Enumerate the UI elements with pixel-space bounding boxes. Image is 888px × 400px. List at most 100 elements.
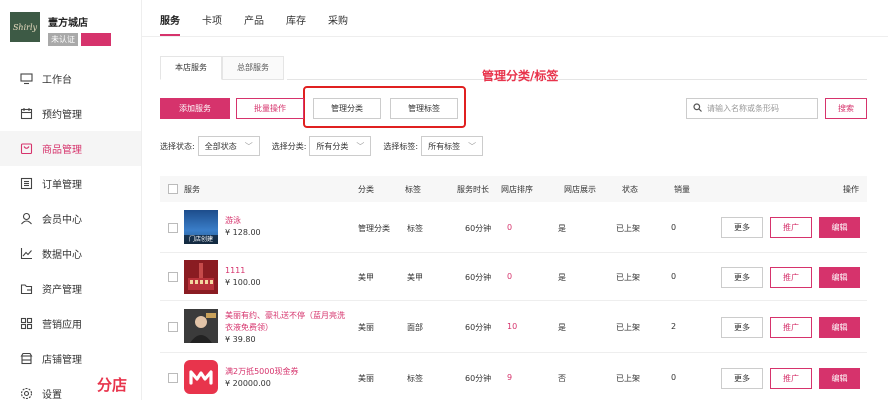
sidebar-item-orders[interactable]: 订单管理: [0, 166, 141, 201]
row-tag: 标签: [407, 374, 423, 383]
row-duration: 60分钟: [465, 273, 492, 282]
service-name[interactable]: 游泳: [225, 215, 241, 226]
tab-inventory[interactable]: 库存: [286, 0, 306, 36]
service-name[interactable]: 满2万抵5000现金券: [225, 366, 298, 377]
sidebar-item-workbench[interactable]: 工作台: [0, 61, 141, 96]
edit-button[interactable]: 编辑: [819, 317, 860, 338]
service-price: ¥ 20000.00: [225, 379, 271, 388]
row-sort[interactable]: 0: [507, 223, 512, 232]
edit-button[interactable]: 编辑: [819, 267, 860, 288]
top-divider: [142, 36, 888, 37]
sidebar-item-label: 会员中心: [42, 215, 82, 226]
tag-select[interactable]: 所有标签 ﹀: [421, 136, 484, 156]
store-logo: Shirly: [10, 12, 40, 42]
search-input[interactable]: 请输入名称或条形码: [686, 98, 818, 119]
category-select[interactable]: 所有分类 ﹀: [309, 136, 372, 156]
sidebar-item-marketing[interactable]: 营销应用: [0, 306, 141, 341]
service-price: ¥ 39.80: [225, 335, 256, 344]
status-select[interactable]: 全部状态 ﹀: [197, 136, 260, 156]
service-name-line-1[interactable]: 美丽有约、豪礼送不停（蓝月亮洗: [225, 310, 345, 321]
row-sales: 0: [671, 272, 677, 281]
row-tag: 面部: [407, 323, 423, 332]
sidebar-item-label: 商品管理: [42, 145, 82, 156]
sidebar-item-members[interactable]: 会员中心: [0, 201, 141, 236]
sidebar-item-booking[interactable]: 预约管理: [0, 96, 141, 131]
more-button[interactable]: 更多: [721, 267, 763, 288]
row-sales: 0: [671, 373, 677, 382]
row-sort[interactable]: 0: [507, 272, 512, 281]
edit-button[interactable]: 编辑: [819, 217, 860, 238]
tab-hq-services[interactable]: 总部服务: [222, 56, 284, 80]
row-category: 美甲: [358, 273, 374, 282]
row-display: 是: [558, 273, 566, 282]
edit-button[interactable]: 编辑: [819, 368, 860, 389]
search-button[interactable]: 搜索: [825, 98, 867, 119]
header-tag: 标签: [405, 185, 421, 194]
batch-operation-button[interactable]: 批量操作: [236, 98, 304, 119]
add-service-button[interactable]: 添加服务: [160, 98, 230, 119]
tab-products[interactable]: 产品: [244, 0, 264, 36]
grid-icon: [20, 317, 33, 330]
tab-services[interactable]: 服务: [160, 0, 180, 36]
unverified-badge: 未认证: [48, 33, 78, 46]
sidebar-item-products[interactable]: 商品管理: [0, 131, 141, 166]
store-name: 壹方城店: [48, 18, 88, 29]
more-button[interactable]: 更多: [721, 368, 763, 389]
manage-annotation-label: 管理分类/标签: [482, 69, 559, 83]
header-status: 状态: [622, 185, 638, 194]
header-actions: 操作: [843, 185, 859, 194]
more-button[interactable]: 更多: [721, 217, 763, 238]
header-sales: 销量: [674, 185, 690, 194]
service-name-line-2[interactable]: 衣液免费领）: [225, 322, 273, 333]
sidebar-item-label: 预约管理: [42, 110, 82, 121]
row-checkbox[interactable]: [168, 322, 178, 332]
row-sort[interactable]: 9: [507, 373, 512, 382]
sidebar-item-store[interactable]: 店铺管理: [0, 341, 141, 376]
row-duration: 60分钟: [465, 224, 492, 233]
promote-button[interactable]: 推广: [770, 368, 812, 389]
coupon-logo-icon: [184, 360, 218, 394]
sidebar-item-assets[interactable]: 资产管理: [0, 271, 141, 306]
row-category: 管理分类: [358, 224, 390, 233]
service-thumbnail: [184, 309, 218, 343]
header-display: 网店展示: [564, 185, 596, 194]
row-checkbox[interactable]: [168, 223, 178, 233]
tab-purchase[interactable]: 采购: [328, 0, 348, 36]
select-all-checkbox[interactable]: [168, 184, 178, 194]
row-display: 是: [558, 323, 566, 332]
service-thumbnail: 门店创建: [184, 210, 218, 244]
monitor-icon: [20, 72, 33, 85]
sidebar-item-label: 资产管理: [42, 285, 82, 296]
table-row: 满2万抵5000现金券 ¥ 20000.00 美丽 标签 60分钟 9 否 已上…: [160, 353, 867, 400]
bag-icon: [20, 142, 33, 155]
status-filter-label: 选择状态:: [160, 141, 195, 151]
promote-button[interactable]: 推广: [770, 317, 812, 338]
chevron-down-icon: ﹀: [356, 141, 365, 151]
row-checkbox[interactable]: [168, 272, 178, 282]
promote-button[interactable]: 推广: [770, 217, 812, 238]
branch-annotation: 分店: [97, 376, 128, 394]
header-service: 服务: [184, 185, 200, 194]
row-sort[interactable]: 10: [507, 322, 517, 331]
user-icon: [20, 212, 33, 225]
row-sales: 0: [671, 223, 677, 232]
service-name[interactable]: 1111: [225, 265, 245, 276]
tab-cards[interactable]: 卡项: [202, 0, 222, 36]
manage-category-button[interactable]: 管理分类: [313, 98, 381, 119]
service-price: ¥ 100.00: [225, 278, 261, 287]
filter-bar: 选择状态: 全部状态 ﹀ 选择分类: 所有分类 ﹀ 选择标签: 所有标签 ﹀: [160, 136, 495, 156]
sidebar: Shirly 壹方城店 未认证 专业版 工作台 预约管理 商品管理 订单管理 会…: [0, 0, 142, 400]
pro-badge: 专业版: [81, 33, 111, 46]
promote-button[interactable]: 推广: [770, 267, 812, 288]
row-category: 美丽: [358, 323, 374, 332]
search-icon: [693, 103, 702, 114]
more-button[interactable]: 更多: [721, 317, 763, 338]
tab-store-services[interactable]: 本店服务: [160, 56, 222, 80]
row-checkbox[interactable]: [168, 373, 178, 383]
manage-tag-button[interactable]: 管理标签: [390, 98, 458, 119]
table-row: 美丽有约、豪礼送不停（蓝月亮洗 衣液免费领） ¥ 39.80 美丽 面部 60分…: [160, 301, 867, 353]
row-status: 已上架: [616, 323, 640, 332]
sidebar-item-data[interactable]: 数据中心: [0, 236, 141, 271]
row-tag: 美甲: [407, 273, 423, 282]
service-tabs: 本店服务 总部服务: [160, 56, 284, 80]
